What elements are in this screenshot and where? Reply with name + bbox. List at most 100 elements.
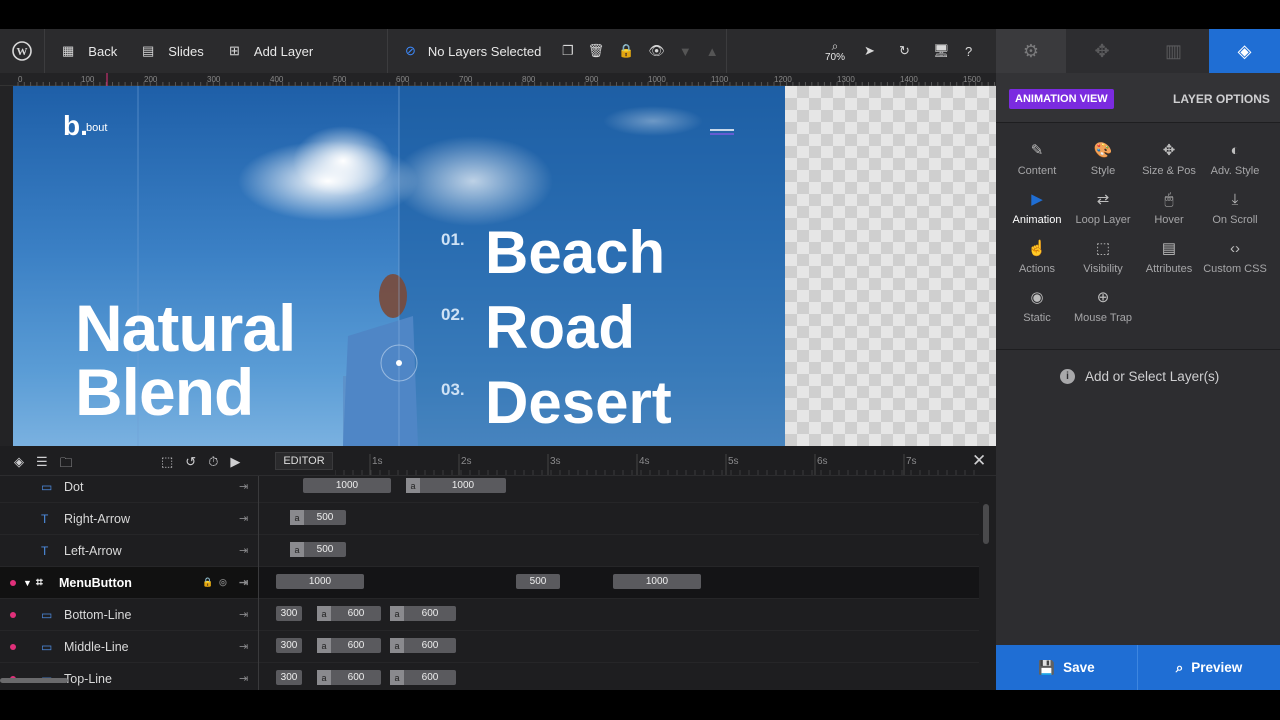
eye-icon[interactable]: 👁	[648, 43, 665, 59]
duplicate-icon[interactable]: ❐	[562, 43, 574, 59]
timer-icon[interactable]: ⏱	[208, 454, 218, 470]
menu-item[interactable]: 03. Desert	[441, 368, 741, 438]
animation-bar[interactable]: a 600	[390, 670, 456, 685]
menu-item[interactable]: 02. Road	[441, 293, 741, 363]
undo-button[interactable]: ↻	[899, 29, 910, 73]
layer-row[interactable]: ▭ Middle-Line ⇥	[0, 631, 258, 663]
add-layer-button[interactable]: ⊞ Add Layer	[229, 29, 313, 73]
slide-canvas[interactable]: b. bout Natural Blend 01. Beach 02. Road 03.…	[13, 86, 785, 446]
option-mouse-trap[interactable]: ⊕ Mouse Trap	[1070, 288, 1136, 324]
loop-icon: ⇄	[1096, 191, 1110, 208]
menu-item[interactable]: 01. Beach	[441, 218, 741, 288]
expand-track-icon[interactable]: ⇥	[239, 672, 248, 685]
back-button[interactable]: ▦ Back	[62, 29, 117, 73]
horizontal-scrollbar[interactable]	[0, 678, 68, 683]
animation-bar[interactable]: 1000	[303, 478, 391, 493]
option-visibility[interactable]: ⬚ Visibility	[1070, 239, 1136, 275]
animation-bar[interactable]: a 1000	[406, 478, 506, 493]
track-row[interactable]: 300 a 600 a 600	[259, 599, 979, 631]
animation-bar[interactable]: 500	[516, 574, 560, 589]
layer-row[interactable]: ▭Top-Line⇥	[0, 663, 258, 687]
expand-icon[interactable]: ▼	[23, 578, 32, 588]
animation-bar[interactable]: a 600	[317, 638, 381, 653]
save-button[interactable]: 💾 Save	[996, 645, 1138, 690]
bar-duration: 1000	[451, 480, 475, 491]
option-hover[interactable]: 🖱 Hover	[1136, 190, 1202, 227]
lock-icon[interactable]: 🔒	[618, 43, 634, 59]
animation-bar[interactable]: a 500	[290, 510, 346, 525]
expand-track-icon[interactable]: ⇥	[239, 544, 248, 557]
option-adv-style[interactable]: ◐ Adv. Style	[1202, 141, 1268, 178]
option-loop-layer[interactable]: ⇄ Loop Layer	[1070, 190, 1136, 226]
easing-badge: a	[390, 638, 404, 653]
layer-row[interactable]: T Left-Arrow ⇥	[0, 535, 258, 567]
option-content[interactable]: ✎ Content	[1004, 141, 1070, 177]
expand-track-icon[interactable]: ⇥	[239, 512, 248, 525]
expand-track-icon[interactable]: ⇥	[239, 576, 248, 589]
animation-bar[interactable]: 300	[276, 670, 302, 685]
layers-tab[interactable]: ◈	[1209, 29, 1280, 73]
track-row[interactable]: 300 a 600 a 600	[259, 631, 979, 663]
animation-bar[interactable]: a 600	[390, 638, 456, 653]
zoom-control[interactable]: ⌕ 70%	[825, 29, 845, 73]
layer-row[interactable]: T Right-Arrow ⇥	[0, 503, 258, 535]
info-icon: i	[1060, 369, 1075, 384]
animation-bar[interactable]: a 600	[317, 670, 381, 685]
option-attributes[interactable]: ▤ Attributes	[1136, 239, 1202, 275]
slides-button[interactable]: ▤ Slides	[142, 29, 204, 73]
slide-tab[interactable]: ▥	[1138, 29, 1209, 73]
option-animation[interactable]: ▶ Animation	[1004, 190, 1070, 226]
delete-icon[interactable]: 🗑	[588, 43, 605, 59]
bar-duration: 1000	[645, 576, 669, 587]
bar-duration: 500	[316, 544, 334, 555]
option-style[interactable]: 🎨 Style	[1070, 141, 1136, 177]
arrow-up-icon[interactable]: ▲	[706, 44, 719, 59]
animation-bar[interactable]: a 500	[290, 542, 346, 557]
option-custom-css[interactable]: ‹› Custom CSS	[1202, 239, 1268, 276]
close-icon[interactable]: ✕	[972, 451, 986, 471]
play-icon[interactable]: ▶	[230, 454, 240, 470]
option-actions[interactable]: ☝ Actions	[1004, 239, 1070, 275]
save-label: Save	[1063, 660, 1095, 675]
refresh-icon[interactable]: ↺	[185, 454, 196, 470]
option-on-scroll[interactable]: ⤓ On Scroll	[1202, 190, 1268, 227]
snap-icon[interactable]: ⬚	[161, 454, 173, 470]
layer-name: Bottom-Line	[64, 607, 132, 622]
cursor-button[interactable]: ➤	[864, 29, 875, 73]
option-static[interactable]: ◉ Static	[1004, 288, 1070, 324]
panel-actions: 💾 Save ⌕ Preview	[996, 645, 1280, 690]
eye-icon[interactable]: ◎	[219, 577, 227, 588]
animation-bar[interactable]: 300	[276, 606, 302, 621]
track-row[interactable]: 300 a 600 a 600	[259, 663, 979, 687]
settings-tab[interactable]: ⚙	[996, 29, 1066, 73]
track-row[interactable]: 1000 500 1000	[259, 567, 979, 599]
arrow-down-icon[interactable]: ▼	[679, 44, 692, 59]
expand-track-icon[interactable]: ⇥	[239, 480, 248, 493]
navigation-tab[interactable]: ✥	[1066, 29, 1138, 73]
help-button[interactable]: ?	[965, 29, 972, 73]
device-button[interactable]: 🖥	[933, 29, 950, 73]
layer-row[interactable]: ▭ Dot ⇥	[0, 471, 258, 503]
layer-row[interactable]: ▼ ⌗ MenuButton 🔒 ◎ ⇥	[0, 567, 258, 599]
timeline-scrollbar[interactable]	[983, 504, 989, 544]
expand-track-icon[interactable]: ⇥	[239, 608, 248, 621]
option-size-pos[interactable]: ✥ Size & Pos	[1136, 141, 1202, 177]
animation-bar[interactable]: 300	[276, 638, 302, 653]
layer-options-title: LAYER OPTIONS	[1173, 92, 1270, 106]
track-row[interactable]: a 500	[259, 503, 979, 535]
bar-duration: 1000	[308, 576, 332, 587]
animation-bar[interactable]: a 600	[390, 606, 456, 621]
animation-bar[interactable]: a 600	[317, 606, 381, 621]
scroll-icon: ⤓	[1231, 190, 1239, 208]
wordpress-icon[interactable]: W	[12, 29, 32, 73]
editor-button[interactable]: EDITOR	[275, 452, 333, 470]
expand-track-icon[interactable]: ⇥	[239, 640, 248, 653]
preview-button[interactable]: ⌕ Preview	[1138, 645, 1280, 690]
lock-icon[interactable]: 🔒	[202, 577, 213, 588]
track-row[interactable]: 1000 a 1000	[259, 471, 979, 503]
animation-view-button[interactable]: ANIMATION VIEW	[1009, 89, 1114, 109]
animation-bar[interactable]: 1000	[613, 574, 701, 589]
track-row[interactable]: a 500	[259, 535, 979, 567]
animation-bar[interactable]: 1000	[276, 574, 364, 589]
layer-row[interactable]: ▭ Bottom-Line ⇥	[0, 599, 258, 631]
